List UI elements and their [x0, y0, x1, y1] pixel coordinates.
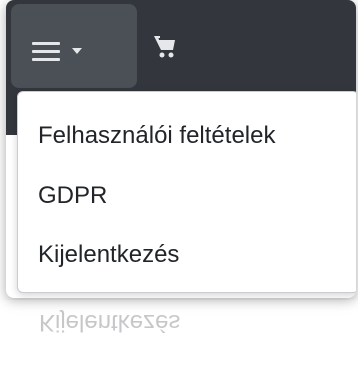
menu-item-gdpr[interactable]: GDPR	[18, 174, 356, 218]
app-window: Felhasználói feltételek GDPR Kijelentkez…	[6, 0, 356, 298]
menu-item-terms[interactable]: Felhasználói feltételek	[18, 114, 356, 158]
reflection: Kijelentkezés	[0, 300, 358, 378]
dropdown-menu: Felhasználói feltételek GDPR Kijelentkez…	[17, 91, 356, 293]
cart-icon[interactable]	[153, 34, 177, 60]
menu-item-logout[interactable]: Kijelentkezés	[18, 233, 356, 277]
reflection-text: Kijelentkezés	[39, 309, 181, 336]
menu-toggle-button[interactable]	[11, 4, 137, 88]
hamburger-icon	[32, 42, 60, 62]
caret-down-icon	[72, 48, 82, 54]
